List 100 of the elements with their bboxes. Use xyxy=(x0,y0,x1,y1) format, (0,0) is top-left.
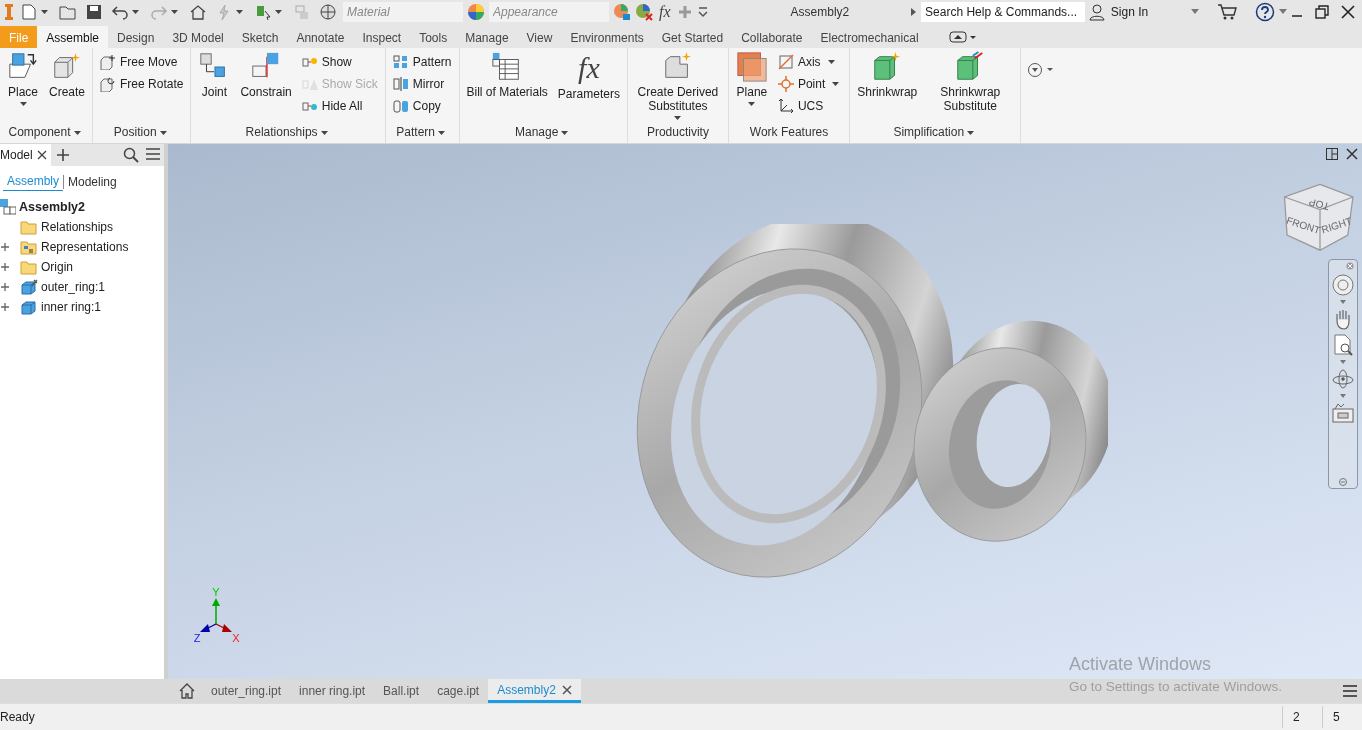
cart-icon[interactable] xyxy=(1217,3,1237,21)
search-icon[interactable] xyxy=(123,147,139,163)
tree-item[interactable]: Representations xyxy=(41,238,129,256)
ribbon-tab[interactable]: Assemble xyxy=(37,26,109,48)
dropdown-arrow-icon[interactable] xyxy=(748,102,756,106)
ribbon-tool-button[interactable]: Pattern xyxy=(389,51,455,73)
menu-icon[interactable] xyxy=(1342,684,1358,698)
dropdown-arrow-icon[interactable] xyxy=(320,130,328,135)
help-icon[interactable] xyxy=(1255,2,1275,22)
menu-icon[interactable] xyxy=(145,147,161,161)
close-icon[interactable] xyxy=(1341,5,1355,19)
dropdown-arrow-icon[interactable] xyxy=(159,130,167,135)
panel-title[interactable]: Component xyxy=(8,125,71,139)
expand-arrow-icon[interactable] xyxy=(909,7,918,17)
ribbon-tool-button[interactable]: Place xyxy=(4,51,42,120)
close-icon[interactable] xyxy=(561,684,572,695)
clear-appearance-icon[interactable] xyxy=(635,3,653,21)
ribbon-tab[interactable]: 3D Model xyxy=(163,26,233,48)
close-icon[interactable] xyxy=(1346,148,1358,160)
home-icon[interactable] xyxy=(178,682,196,700)
ribbon-tab[interactable]: Get Started xyxy=(652,26,733,48)
ribbon-tab[interactable]: Tools xyxy=(410,26,457,48)
restore-icon[interactable] xyxy=(1315,5,1329,19)
add-icon[interactable] xyxy=(56,149,69,161)
panel-title[interactable]: Relationships xyxy=(245,125,318,139)
formula-button[interactable]: fx xyxy=(657,2,673,22)
document-tab[interactable]: cage.ipt xyxy=(428,679,489,703)
ribbon-tab[interactable]: Annotate xyxy=(287,26,354,48)
ribbon-tab[interactable]: Design xyxy=(108,26,164,48)
ribbon-tool-button[interactable]: Mirror xyxy=(389,73,455,95)
ribbon-tool-button[interactable]: Bill of Materials xyxy=(463,51,551,120)
dropdown-arrow-icon[interactable] xyxy=(41,10,48,14)
ribbon-tab[interactable]: Environments xyxy=(561,26,653,48)
sign-in-button[interactable]: Sign In xyxy=(1108,2,1187,22)
ribbon-tab[interactable]: View xyxy=(517,26,562,48)
expand-icon[interactable] xyxy=(0,242,10,252)
dropdown-arrow-icon[interactable] xyxy=(19,102,27,106)
dropdown-arrow-icon[interactable] xyxy=(132,10,139,14)
ribbon-tab[interactable]: Collaborate xyxy=(732,26,812,48)
dropdown-arrow-icon[interactable] xyxy=(438,130,445,135)
ribbon-tool-button[interactable]: Constrain xyxy=(237,51,295,120)
dropdown-arrow-icon[interactable] xyxy=(236,10,243,14)
ribbon-tool-button[interactable]: Axis xyxy=(774,51,846,73)
expand-icon[interactable] xyxy=(0,262,10,272)
expand-icon[interactable] xyxy=(0,282,10,292)
ribbon-tool-button[interactable]: Point xyxy=(774,73,846,95)
dropdown-arrow-icon[interactable] xyxy=(73,130,81,135)
dropdown-arrow-icon[interactable] xyxy=(674,116,682,120)
look-at-icon[interactable] xyxy=(1332,402,1354,424)
close-icon[interactable] xyxy=(36,150,47,160)
dropdown-arrow-icon[interactable] xyxy=(832,82,840,86)
steering-wheel-icon[interactable] xyxy=(1332,274,1354,296)
panel-title[interactable]: Pattern xyxy=(396,125,435,139)
point-icon xyxy=(777,76,794,92)
search-field[interactable]: Search Help & Commands... xyxy=(921,2,1085,22)
ribbon-tool-button[interactable]: Shrinkwrap xyxy=(854,51,921,120)
ribbon-tool-button[interactable]: Free Rotate xyxy=(97,73,187,95)
appearance-field[interactable]: Appearance xyxy=(489,2,609,22)
ribbon-tool-button[interactable]: Free Move xyxy=(97,51,187,73)
panel-title[interactable]: Simplification xyxy=(893,125,965,139)
dropdown-arrow-icon[interactable] xyxy=(275,10,282,14)
expand-icon[interactable] xyxy=(0,302,10,312)
panel-toggle-icon[interactable] xyxy=(947,30,978,44)
ribbon-tool-button[interactable]: UCS xyxy=(774,95,846,117)
document-tab[interactable]: Ball.ipt xyxy=(374,679,429,703)
ribbon-tab[interactable]: Sketch xyxy=(232,26,288,48)
customize-menu-icon[interactable] xyxy=(696,4,709,20)
options-icon[interactable] xyxy=(1339,478,1347,486)
dropdown-arrow-icon[interactable] xyxy=(171,10,178,14)
browser-subtab[interactable]: Modeling xyxy=(64,172,121,191)
ribbon-tool-button[interactable]: Create Derived Substitutes xyxy=(631,51,724,120)
tree-item[interactable]: outer_ring:1 xyxy=(41,278,106,296)
tree-item[interactable]: inner ring:1 xyxy=(41,298,102,316)
tree-item[interactable]: Origin xyxy=(41,258,73,276)
ribbon-tab[interactable]: Inspect xyxy=(353,26,411,48)
split-view-icon[interactable] xyxy=(1326,148,1338,160)
adjust-appearance-icon[interactable] xyxy=(613,3,631,21)
dropdown-arrow-icon[interactable] xyxy=(561,130,569,135)
ribbon-tool-button[interactable]: Plane xyxy=(732,51,771,120)
ribbon-tool-button[interactable]: Shrinkwrap Substitute xyxy=(924,51,1017,120)
ribbon-tool-button[interactable]: Joint xyxy=(195,51,234,120)
panel-title[interactable]: Position xyxy=(113,125,157,139)
ribbon-tool-button[interactable]: Show xyxy=(298,51,381,73)
dropdown-arrow-icon[interactable] xyxy=(967,130,975,135)
tree-item[interactable]: Assembly2 xyxy=(19,197,85,217)
ribbon-tab[interactable]: Manage xyxy=(456,26,518,48)
ribbon-tool-button[interactable]: Hide All xyxy=(298,95,381,117)
ribbon-tool-button[interactable]: Copy xyxy=(389,95,455,117)
dropdown-arrow-icon[interactable] xyxy=(827,60,835,64)
document-tab[interactable]: inner ring.ipt xyxy=(290,679,375,703)
orbit-icon[interactable] xyxy=(1332,368,1354,390)
document-tab[interactable]: outer_ring.ipt xyxy=(202,679,291,703)
ribbon-tab[interactable]: Electromechanical xyxy=(811,26,928,48)
sphere-button[interactable] xyxy=(317,2,339,22)
ribbon-tool-button[interactable]: fx Parameters xyxy=(554,51,623,120)
tree-item[interactable]: Relationships xyxy=(41,218,114,236)
material-field[interactable]: Material xyxy=(343,2,463,22)
ribbon-tool-button[interactable]: Create xyxy=(46,51,89,120)
zoom-icon[interactable] xyxy=(1332,334,1354,356)
panel-title[interactable]: Manage xyxy=(515,125,559,139)
